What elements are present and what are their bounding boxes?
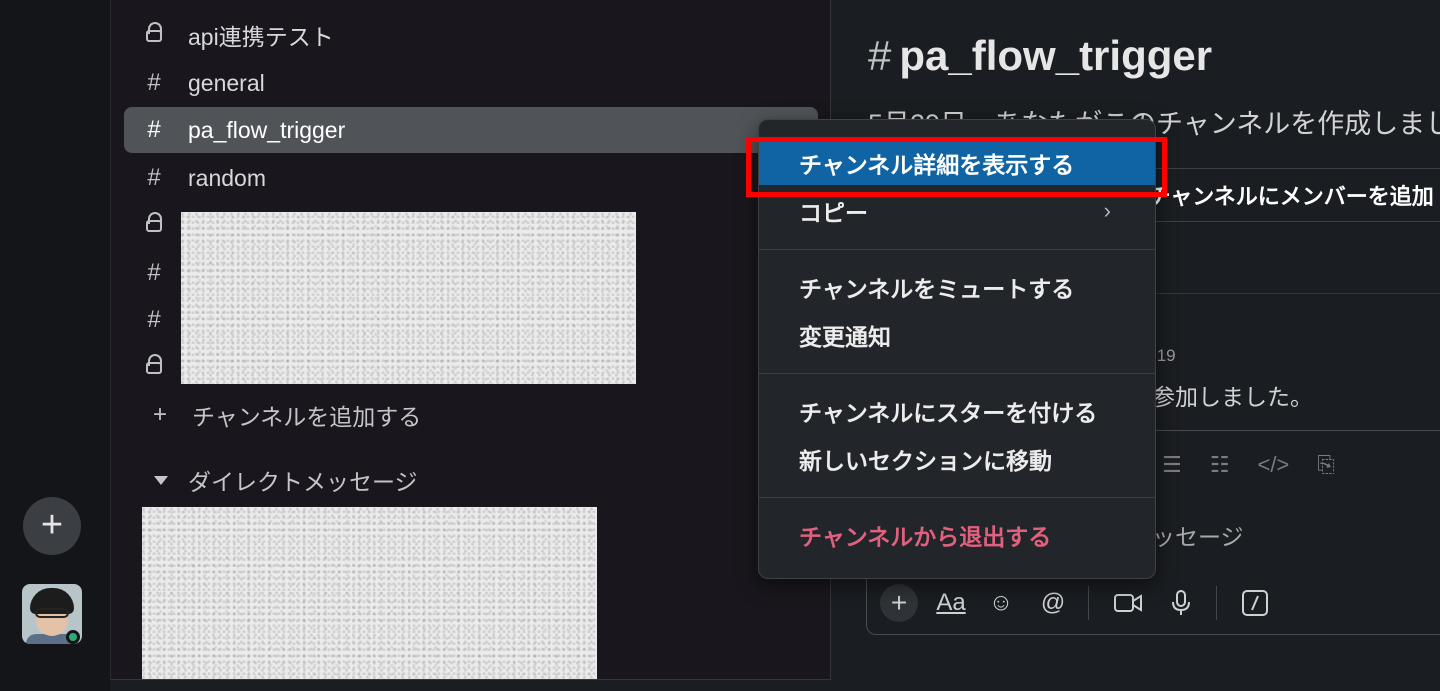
attach-plus-button[interactable]: + — [880, 584, 918, 622]
caret-down-icon — [154, 475, 168, 485]
code-block-icon[interactable]: ⎘ — [1317, 452, 1335, 478]
menu-item-change-notifications[interactable]: 変更通知 — [759, 313, 1155, 357]
avatar-glasses — [35, 608, 69, 618]
menu-divider — [759, 249, 1155, 250]
channel-title: # pa_flow_trigger — [868, 32, 1212, 80]
workspace-rail: + — [0, 0, 110, 691]
menu-item-label: チャンネル詳細を表示する — [799, 152, 1075, 178]
bulleted-list-icon[interactable]: ☰ — [1162, 452, 1182, 478]
menu-item-view-channel-details[interactable]: チャンネル詳細を表示する — [759, 141, 1155, 185]
menu-divider — [759, 373, 1155, 374]
add-workspace-button[interactable]: + — [23, 497, 81, 555]
plus-icon: + — [152, 401, 167, 428]
menu-item-move-to-section[interactable]: 新しいセクションに移動 — [759, 437, 1155, 481]
channel-label: api連携テスト — [188, 24, 334, 50]
microphone-icon[interactable] — [1164, 584, 1198, 622]
menu-item-leave-channel[interactable]: チャンネルから退出する — [759, 513, 1155, 557]
add-channel-button[interactable]: + チャンネルを追加する — [150, 395, 421, 435]
shortcuts-slash-icon[interactable] — [1238, 584, 1272, 622]
menu-item-label: チャンネルにスターを付ける — [799, 400, 1098, 426]
code-icon[interactable]: </> — [1257, 452, 1289, 478]
sidebar-channel-redacted[interactable] — [124, 202, 174, 248]
mention-icon[interactable]: @ — [1036, 584, 1070, 622]
channel-label: pa_flow_trigger — [188, 116, 346, 143]
menu-item-label: 新しいセクションに移動 — [799, 448, 1052, 474]
sidebar-channel-general[interactable]: # general — [124, 60, 818, 106]
add-members-label: チャンネルにメンバーを追加 — [1148, 184, 1434, 209]
format-toolbar: ☰ ☷ </> ⎘ — [1162, 452, 1335, 478]
hash-icon: # — [147, 69, 161, 96]
dm-section-label: ダイレクトメッセージ — [188, 469, 418, 495]
lock-icon — [134, 21, 174, 49]
redaction-block — [181, 212, 636, 384]
sidebar-channel-redacted[interactable]: # — [124, 250, 174, 296]
redaction-block — [142, 507, 597, 679]
toolbar-divider — [1088, 586, 1089, 620]
divider — [1122, 293, 1440, 294]
menu-item-label: チャンネルから退出する — [799, 524, 1052, 550]
sidebar-channel-api[interactable]: api連携テスト — [124, 12, 818, 58]
add-members-button[interactable]: ⇥ チャンネルにメンバーを追加 — [1122, 168, 1440, 222]
sidebar-channel-random[interactable]: # random — [124, 155, 818, 201]
hash-icon: # — [147, 164, 161, 191]
lock-icon — [134, 211, 174, 239]
video-clip-icon[interactable] — [1110, 584, 1146, 622]
menu-item-label: 変更通知 — [799, 324, 891, 350]
add-channel-label: チャンネルを追加する — [192, 404, 422, 430]
menu-item-label: コピー — [799, 200, 868, 226]
emoji-icon[interactable]: ☺ — [984, 584, 1018, 622]
sidebar-channel-redacted[interactable] — [124, 344, 174, 390]
menu-item-copy[interactable]: コピー › — [759, 189, 1155, 233]
direct-messages-section[interactable]: ダイレクトメッセージ — [150, 460, 418, 500]
menu-item-mute-channel[interactable]: チャンネルをミュートする — [759, 265, 1155, 309]
composer-placeholder: ッセージ — [1152, 524, 1244, 550]
hash-icon: # — [147, 259, 161, 286]
channel-title-text: pa_flow_trigger — [899, 32, 1213, 79]
channel-context-menu: チャンネル詳細を表示する コピー › チャンネルをミュートする 変更通知 チャン… — [758, 119, 1156, 579]
sidebar-channel-redacted[interactable]: # — [124, 297, 174, 343]
menu-item-star-channel[interactable]: チャンネルにスターを付ける — [759, 389, 1155, 433]
presence-indicator — [66, 630, 80, 644]
lock-icon — [134, 353, 174, 381]
menu-item-label: チャンネルをミュートする — [799, 276, 1075, 302]
system-message: 参加しました。 — [1152, 384, 1313, 410]
hash-icon: # — [868, 32, 892, 79]
toolbar-divider — [1216, 586, 1217, 620]
formatting-toggle-icon[interactable]: Aa — [932, 584, 970, 622]
sidebar-channel-pa-flow-trigger[interactable]: # pa_flow_trigger — [124, 107, 818, 153]
hash-icon: # — [147, 306, 161, 333]
quote-icon[interactable]: ☷ — [1210, 452, 1230, 478]
menu-divider — [759, 497, 1155, 498]
hash-icon: # — [147, 116, 161, 143]
chevron-right-icon: › — [1103, 198, 1111, 223]
channel-label: random — [188, 164, 266, 191]
channel-label: general — [188, 69, 265, 96]
